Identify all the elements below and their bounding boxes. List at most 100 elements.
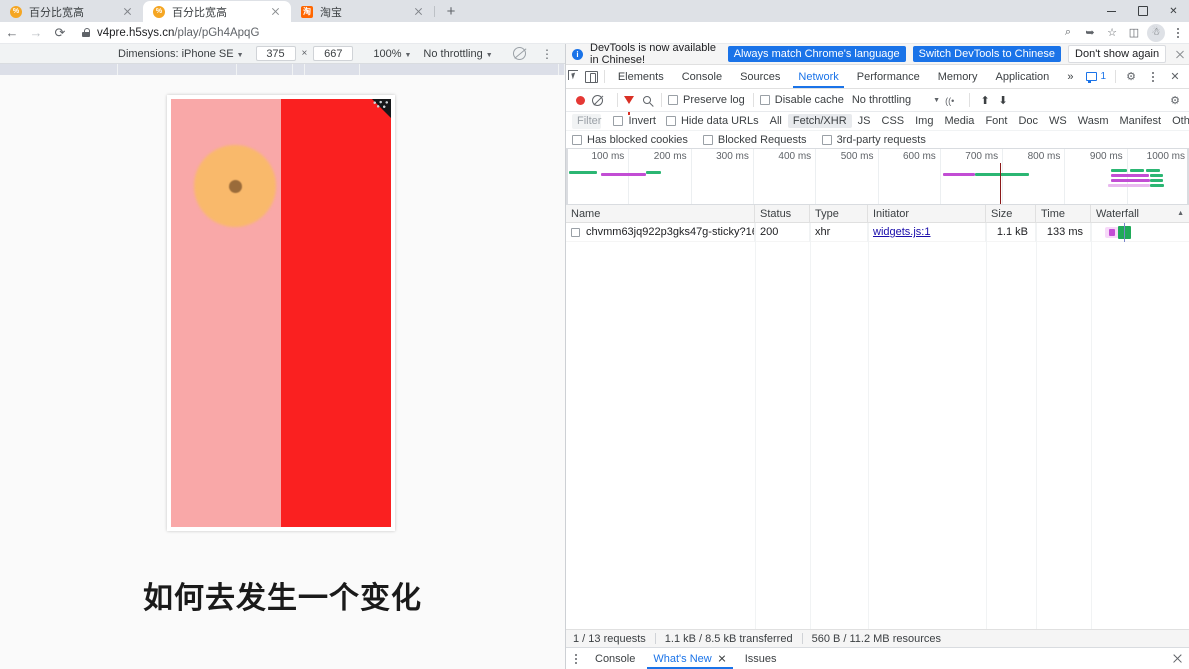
device-width-input[interactable]: 375 [255,46,296,61]
filter-type-font[interactable]: Font [980,114,1012,128]
device-toolbar-menu-icon[interactable]: ⋮ [541,48,553,60]
filter-type-js[interactable]: JS [853,114,876,128]
back-button[interactable]: ← [0,22,24,44]
settings-gear-icon[interactable]: ⚙ [1121,67,1141,87]
filter-type-other[interactable]: Other [1167,114,1189,128]
overview-gridline [815,149,817,204]
search-icon[interactable] [643,96,651,104]
circle-orange-favicon: % [153,5,165,18]
new-tab-button[interactable]: + [438,1,464,22]
column-header-name[interactable]: Name [566,205,755,222]
record-button[interactable] [576,95,585,105]
has-blocked-cookies-checkbox[interactable]: Has blocked cookies [572,134,688,146]
overview-gridline [690,149,692,204]
close-whats-new-icon[interactable] [717,654,727,664]
share-icon[interactable]: ➥ [1079,22,1101,44]
zoom-icon[interactable]: ⌕ [1057,22,1079,44]
third-party-requests-checkbox[interactable]: 3rd-party requests [821,134,926,146]
close-tab-1-icon[interactable] [121,5,135,19]
dont-show-again-button[interactable]: Don't show again [1068,45,1167,63]
blocked-requests-checkbox[interactable]: Blocked Requests [702,134,807,146]
minimize-window-icon[interactable] [1096,0,1127,22]
close-tab-3-icon[interactable] [412,5,426,19]
overview-tick-label: 700 ms [965,151,999,162]
tab-console[interactable]: Console [673,65,731,88]
browser-tab-2[interactable]: % 百分比宽高 [143,1,291,22]
export-har-icon[interactable]: ⬇ [994,91,1012,109]
profile-avatar-icon[interactable]: ☃ [1145,22,1167,44]
network-conditions-icon[interactable] [945,95,958,106]
hide-data-urls-checkbox[interactable]: Hide data URLs [665,115,759,127]
chevron-down-icon[interactable]: ▼ [933,97,940,104]
inspect-element-icon[interactable] [566,65,583,88]
filter-type-doc[interactable]: Doc [1013,114,1043,128]
column-header-time[interactable]: Time [1036,205,1091,222]
always-match-language-button[interactable]: Always match Chrome's language [727,46,906,62]
import-har-icon[interactable]: ⬆ [976,91,994,109]
tabs-overflow-button[interactable]: » [1058,65,1082,88]
forward-button[interactable]: → [24,22,48,44]
filter-type-ws[interactable]: WS [1044,114,1072,128]
network-settings-icon[interactable]: ⚙ [1165,90,1185,110]
waterfall-timeline-marker [1124,222,1125,242]
bookmark-star-icon[interactable]: ☆ [1101,22,1123,44]
close-window-icon[interactable]: ✕ [1158,0,1189,22]
drawer-tab-issues[interactable]: Issues [736,648,786,669]
switch-to-chinese-button[interactable]: Switch DevTools to Chinese [912,46,1062,62]
maximize-window-icon[interactable] [1127,0,1158,22]
devtools-menu-icon[interactable] [1143,67,1163,87]
preserve-log-checkbox[interactable]: Preserve log [668,94,745,106]
address-bar[interactable]: v4pre.h5sys.cn/play/pGh4ApqG [74,24,1051,42]
side-panel-icon[interactable]: ◫ [1123,22,1145,44]
column-header-type[interactable]: Type [810,205,868,222]
tab-sources[interactable]: Sources [731,65,789,88]
browser-tab-1[interactable]: % 百分比宽高 [0,1,143,22]
device-height-input[interactable]: 667 [313,46,354,61]
filter-type-fetch-xhr[interactable]: Fetch/XHR [787,114,852,128]
device-zoom-select[interactable]: 100% ▼ [373,48,411,60]
close-devtools-icon[interactable]: ✕ [1165,67,1185,87]
disable-cache-checkbox[interactable]: Disable cache [759,94,844,106]
column-header-initiator[interactable]: Initiator [868,205,986,222]
device-throttling-select[interactable]: No throttling ▼ [423,48,492,60]
browser-tab-3[interactable]: 淘 淘宝 [291,1,435,22]
clear-requests-button[interactable] [592,94,603,106]
mobile-viewport[interactable] [167,95,395,531]
tab-network[interactable]: Network [789,65,847,88]
window-controls: ✕ [1096,0,1189,22]
drawer-menu-icon[interactable] [566,648,586,669]
tab-memory[interactable]: Memory [929,65,987,88]
column-header-waterfall[interactable]: Waterfall ▲ [1091,205,1189,222]
message-badge-icon[interactable]: 1 [1082,70,1110,83]
tab-application[interactable]: Application [986,65,1058,88]
chrome-menu-icon[interactable] [1167,22,1189,44]
tab-performance[interactable]: Performance [848,65,929,88]
banner-message: DevTools is now available in Chinese! [590,42,716,66]
filter-button[interactable] [624,96,634,115]
rotate-disabled-icon[interactable] [512,47,526,60]
close-drawer-icon[interactable] [1171,648,1184,669]
close-tab-2-icon[interactable] [269,5,283,19]
reload-button[interactable]: ⟳ [48,22,72,44]
column-header-status[interactable]: Status [755,205,810,222]
drawer-tab-whats-new[interactable]: What's New [644,648,735,669]
device-dimensions-select[interactable]: Dimensions: iPhone SE ▼ [118,48,244,60]
network-overview-timeline[interactable]: 100 ms 200 ms 300 ms 400 ms 500 ms 600 ms 700 … [566,149,1189,205]
filter-type-wasm[interactable]: Wasm [1073,114,1114,128]
filter-type-img[interactable]: Img [910,114,938,128]
column-header-size[interactable]: Size [986,205,1036,222]
overview-left-handle[interactable] [566,149,568,204]
filter-type-media[interactable]: Media [939,114,979,128]
filter-type-manifest[interactable]: Manifest [1115,114,1167,128]
tab-elements[interactable]: Elements [609,65,673,88]
invert-checkbox[interactable]: Invert [613,115,656,127]
column-header-label: Time [1041,207,1066,220]
filter-type-css[interactable]: CSS [877,114,910,128]
filter-input[interactable]: Filter [572,113,602,129]
device-emulation-toolbar: Dimensions: iPhone SE ▼ 375 × 667 100% ▼ N… [0,44,565,64]
device-toolbar-icon[interactable] [583,65,600,88]
drawer-tab-console[interactable]: Console [586,648,644,669]
close-banner-icon[interactable] [1173,47,1183,61]
filter-type-all[interactable]: All [765,114,787,128]
network-throttling-select[interactable]: No throttling [852,94,911,106]
